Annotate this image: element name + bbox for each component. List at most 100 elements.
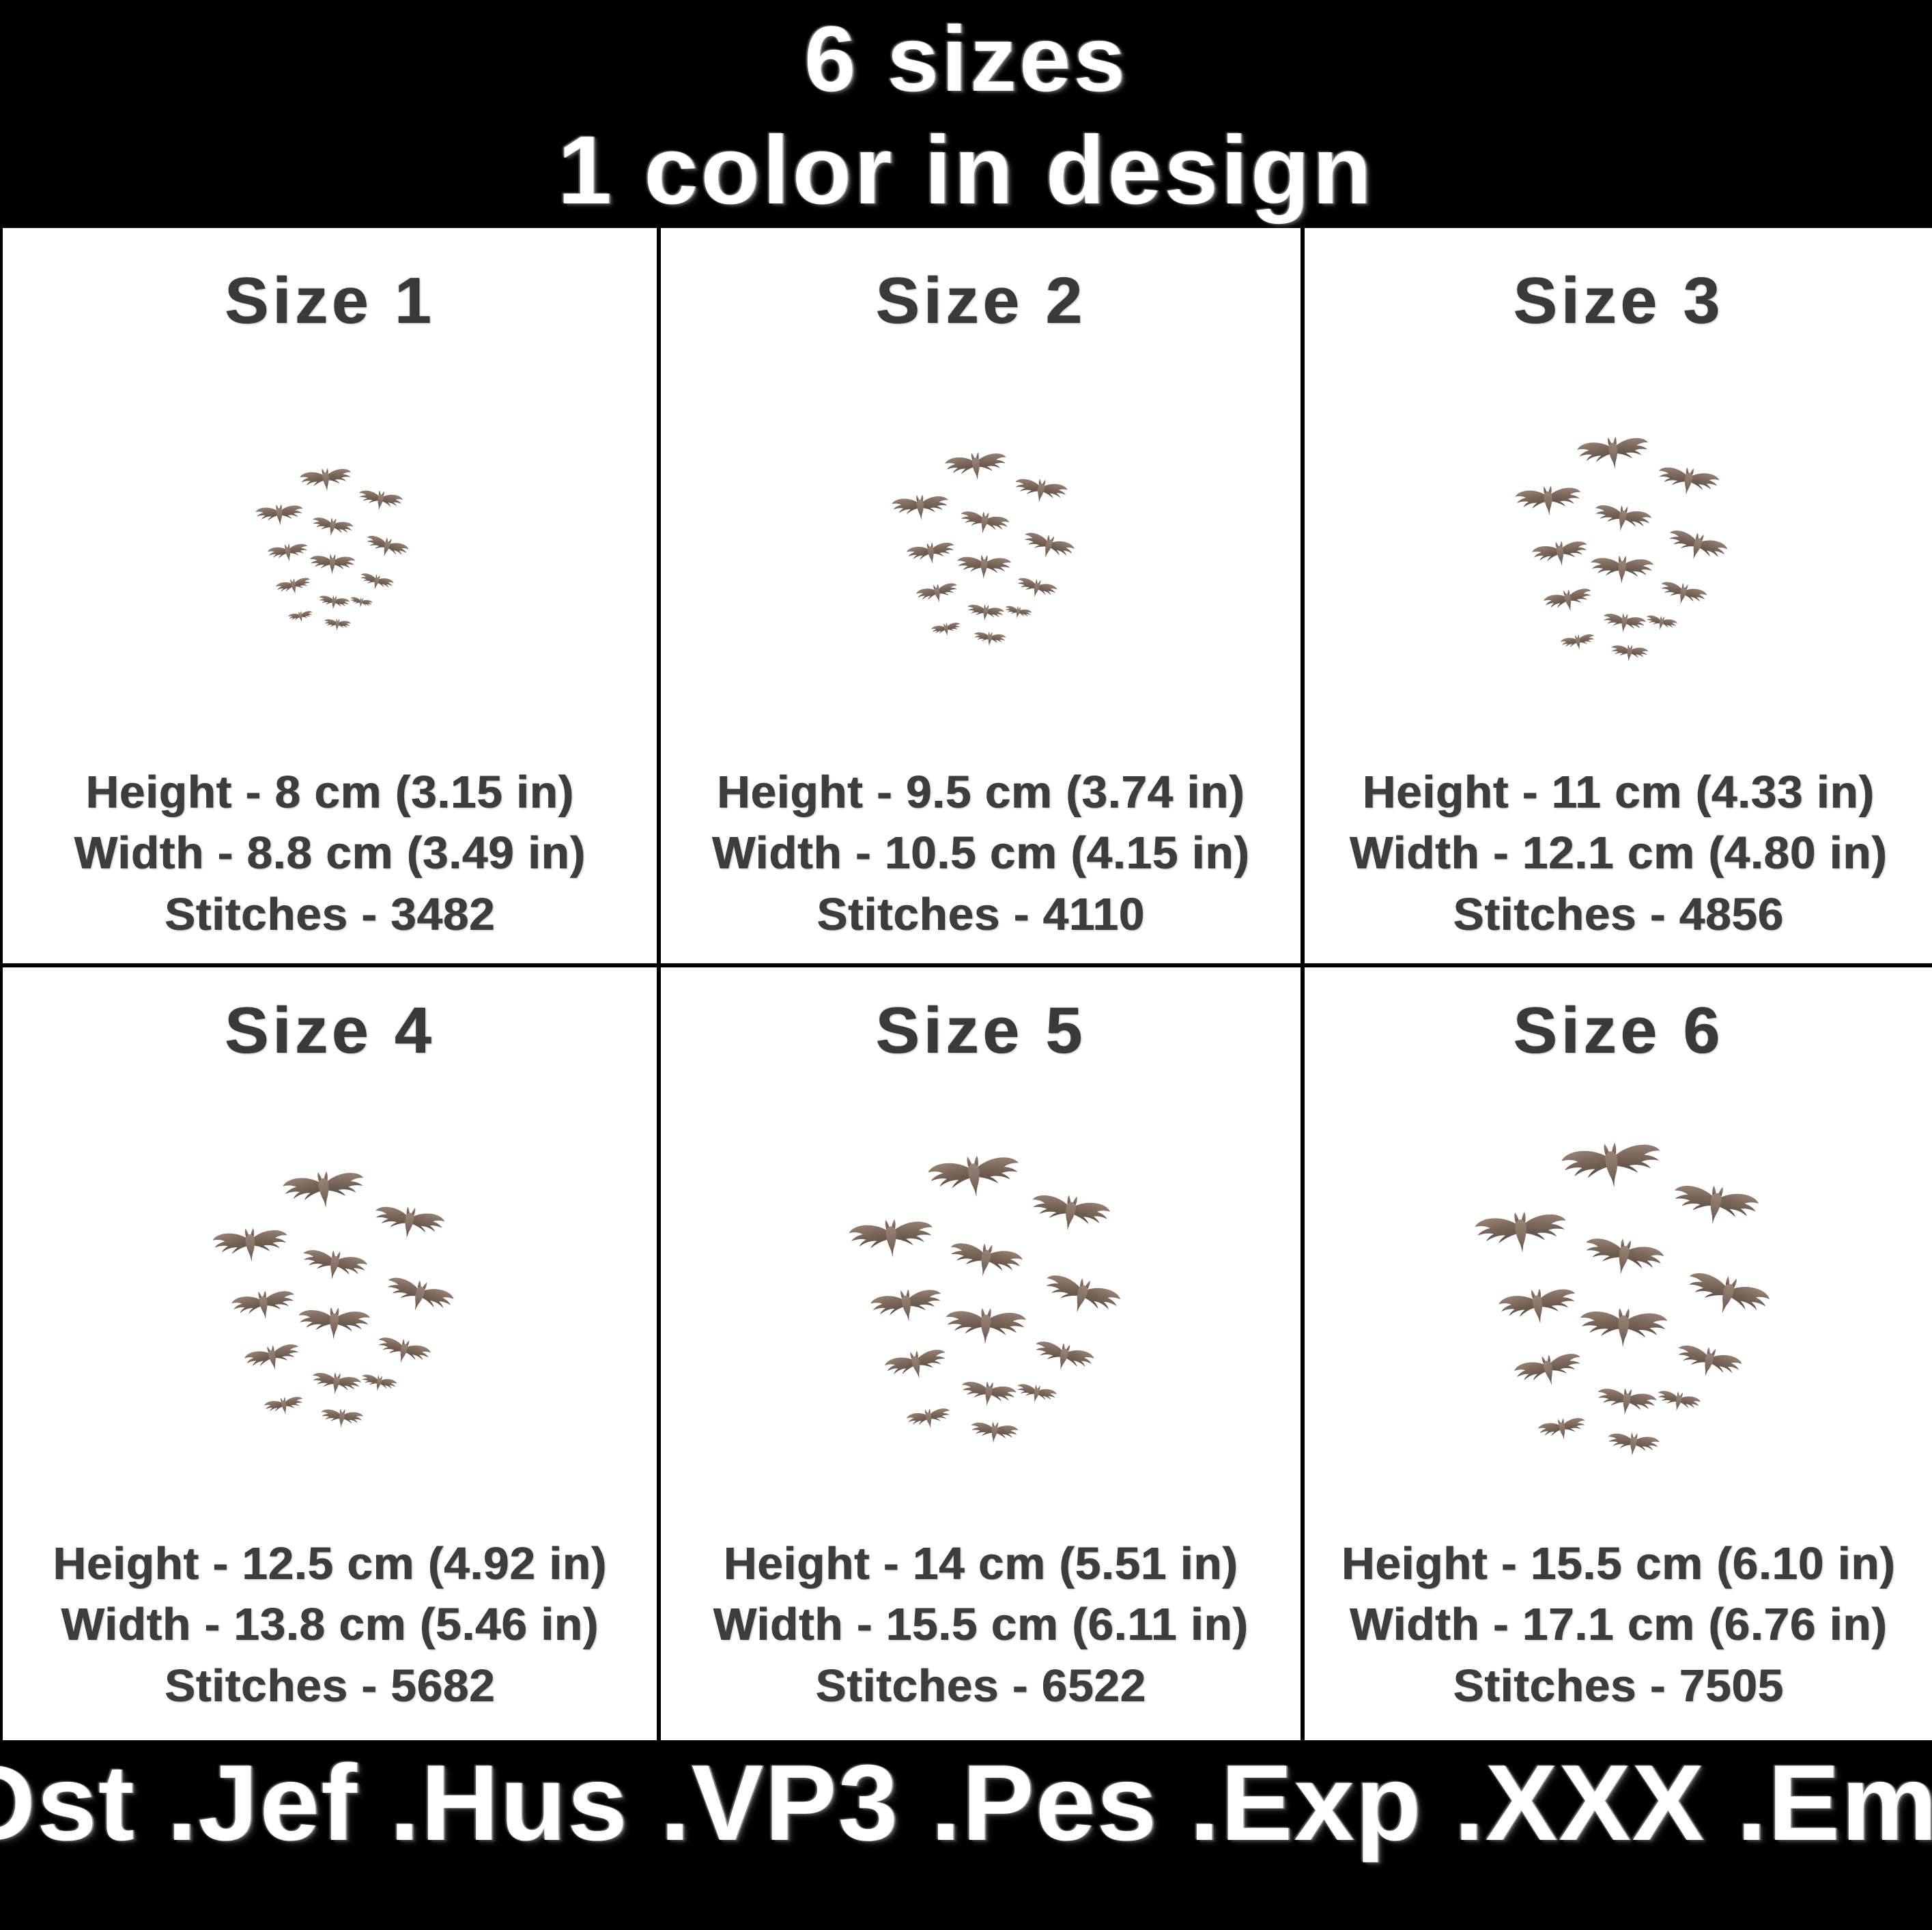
bat-motif <box>229 1286 298 1324</box>
spec-height: Height - 14 cm (5.51 in) <box>723 1537 1238 1589</box>
size-grid: Size 1 Height - 8 cm (3.15 in) Width - 8… <box>3 228 1932 1740</box>
bat-icon <box>1005 606 1032 619</box>
bat-motif <box>1038 1268 1123 1324</box>
size-cell-3: Size 3 Height - 11 cm (4.33 in) Width - … <box>1305 228 1932 963</box>
bat-icon <box>244 1344 299 1370</box>
bat-icon <box>967 604 1005 621</box>
bat-motif <box>255 502 304 527</box>
bat-icon <box>1658 467 1720 495</box>
bat-icon <box>1543 588 1591 611</box>
size-specs: Height - 8 cm (3.15 in) Width - 8.8 cm (… <box>3 762 657 963</box>
bat-icon <box>366 535 409 557</box>
bat-icon <box>264 1397 302 1415</box>
spec-height: Height - 12.5 cm (4.92 in) <box>53 1537 607 1589</box>
bat-icon <box>1514 1354 1580 1385</box>
bat-motif <box>905 1405 953 1433</box>
bat-motif <box>1595 1384 1659 1420</box>
bat-icon <box>957 554 1012 580</box>
bat-motif <box>359 1372 398 1395</box>
bat-icon <box>1603 613 1646 633</box>
bat-flock-artwork <box>661 339 1301 762</box>
bat-flock-artwork <box>661 1068 1301 1533</box>
bat-motif <box>356 487 404 514</box>
product-image: 6 sizes 1 color in design Size 1 Height … <box>0 0 1932 1930</box>
bat-motif <box>299 465 354 494</box>
bat-motif <box>1645 612 1679 634</box>
bat-motif <box>1609 642 1649 664</box>
bat-motif <box>883 1344 950 1386</box>
size-title: Size 5 <box>875 994 1086 1067</box>
bat-motif <box>1606 1430 1660 1459</box>
bat-icon <box>283 1171 364 1208</box>
bat-motif <box>1511 1348 1585 1393</box>
bat-icon <box>303 1249 367 1279</box>
bat-icon <box>375 1206 445 1238</box>
bat-icon <box>1475 1211 1567 1253</box>
spec-stitches: Stitches - 4856 <box>1453 889 1784 941</box>
header-banner: 6 sizes 1 color in design <box>0 0 1932 228</box>
bat-motif <box>943 449 1009 484</box>
bat-motif <box>926 1150 1023 1203</box>
bat-icon <box>1538 1418 1585 1440</box>
bat-icon <box>931 623 961 636</box>
bat-icon <box>212 1227 287 1262</box>
bat-motif <box>310 514 355 541</box>
size-title: Size 4 <box>224 994 436 1067</box>
bat-motif <box>358 570 395 594</box>
bat-motif <box>363 531 410 563</box>
bat-icon <box>1669 530 1728 560</box>
header-line-colors: 1 color in design <box>557 116 1375 225</box>
bat-icon <box>1024 533 1075 558</box>
bat-icon <box>1608 1432 1660 1456</box>
bat-icon <box>946 1307 1026 1344</box>
bat-motif <box>1601 610 1647 636</box>
bat-motif <box>956 554 1012 581</box>
bat-icon <box>916 583 957 603</box>
bat-motif <box>297 1305 371 1342</box>
bat-icon <box>350 597 373 608</box>
bat-icon <box>388 1278 454 1311</box>
bat-flock-artwork <box>3 339 657 762</box>
bat-icon <box>906 542 954 565</box>
bat-motif <box>1473 1208 1569 1257</box>
bat-motif <box>969 1419 1020 1447</box>
bat-flock-artwork <box>3 1068 657 1533</box>
bat-icon <box>1035 1342 1094 1371</box>
bat-motif <box>1496 1283 1580 1330</box>
bat-motif <box>847 1215 935 1260</box>
bat-motif <box>263 1393 305 1418</box>
spec-width: Width - 17.1 cm (6.76 in) <box>1349 1599 1888 1651</box>
bat-icon <box>1017 1384 1057 1403</box>
bat-motif <box>266 541 309 565</box>
bat-flock-artwork <box>1305 339 1932 762</box>
bat-motif <box>1003 604 1032 622</box>
bat-motif <box>1027 1189 1112 1238</box>
bat-motif <box>317 593 351 612</box>
bat-motif <box>1591 500 1653 537</box>
bat-icon <box>1658 1391 1701 1412</box>
bat-flock-artwork <box>1305 1068 1932 1533</box>
bat-icon <box>313 517 354 537</box>
spec-stitches: Stitches - 5682 <box>164 1660 496 1712</box>
bat-motif <box>324 617 352 632</box>
bat-icon <box>1532 541 1587 567</box>
bat-motif <box>349 595 373 610</box>
bat-motif <box>958 1377 1017 1410</box>
bat-motif <box>973 630 1007 649</box>
bat-motif <box>1590 554 1655 585</box>
bat-motif <box>1576 432 1651 473</box>
bat-icon <box>1577 436 1649 469</box>
spec-height: Height - 9.5 cm (3.74 in) <box>716 766 1245 818</box>
bat-motif <box>310 1369 363 1398</box>
spec-width: Width - 12.1 cm (4.80 in) <box>1349 827 1888 879</box>
bat-motif <box>1681 1265 1774 1326</box>
size-cell-5: Size 5 Height - 14 cm (5.51 in) Width - … <box>661 967 1301 1740</box>
spec-height: Height - 11 cm (4.33 in) <box>1362 766 1875 818</box>
bat-motif <box>1020 528 1077 565</box>
bat-motif <box>1655 462 1721 500</box>
bat-motif <box>1014 574 1059 603</box>
bat-icon <box>1046 1275 1120 1313</box>
bat-motif <box>371 1201 447 1245</box>
bat-motif <box>944 1306 1027 1346</box>
bat-icon <box>1647 615 1678 630</box>
